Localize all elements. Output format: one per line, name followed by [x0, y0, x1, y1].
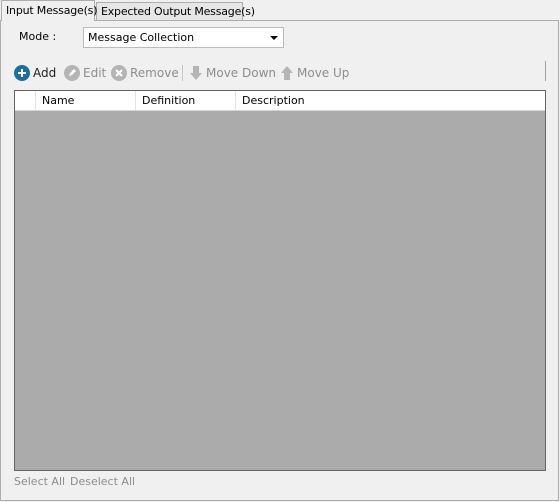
- column-header-name[interactable]: Name: [36, 91, 136, 110]
- column-header-definition[interactable]: Definition: [136, 91, 236, 110]
- move-down-button-label: Move Down: [206, 66, 276, 80]
- messages-grid[interactable]: Name Definition Description: [14, 90, 546, 471]
- move-down-button[interactable]: Move Down: [189, 63, 276, 83]
- add-button[interactable]: Add: [14, 63, 56, 83]
- mode-select[interactable]: Message Collection: [83, 27, 284, 48]
- remove-button[interactable]: Remove: [111, 63, 179, 83]
- tab-input-messages[interactable]: Input Message(s): [1, 0, 98, 21]
- select-all-link[interactable]: Select All: [14, 475, 65, 488]
- add-button-label: Add: [33, 66, 57, 80]
- edit-icon: [64, 65, 80, 81]
- tab-strip: Input Message(s) Expected Output Message…: [0, 0, 560, 21]
- edit-button[interactable]: Edit: [64, 63, 106, 83]
- mode-label: Mode :: [19, 30, 57, 43]
- move-up-button[interactable]: Move Up: [280, 63, 349, 83]
- column-header-description[interactable]: Description: [236, 91, 545, 110]
- arrow-down-icon: [190, 66, 202, 80]
- arrow-up-icon: [281, 66, 293, 80]
- row-header-column: [15, 91, 36, 110]
- remove-button-label: Remove: [130, 66, 179, 80]
- mode-select-value: Message Collection: [88, 31, 195, 44]
- toolbar-edge: [545, 61, 546, 81]
- move-up-button-label: Move Up: [297, 66, 350, 80]
- grid-header: Name Definition Description: [15, 91, 545, 111]
- edit-button-label: Edit: [83, 66, 107, 80]
- add-icon: [14, 65, 30, 81]
- toolbar: Add Edit Remove Move Down Move Up: [14, 61, 546, 83]
- dropdown-arrow-icon: [270, 36, 278, 40]
- deselect-all-link[interactable]: Deselect All: [70, 475, 135, 488]
- remove-icon: [111, 65, 127, 81]
- toolbar-separator: [182, 65, 183, 81]
- tab-expected-output-messages[interactable]: Expected Output Message(s): [96, 2, 255, 20]
